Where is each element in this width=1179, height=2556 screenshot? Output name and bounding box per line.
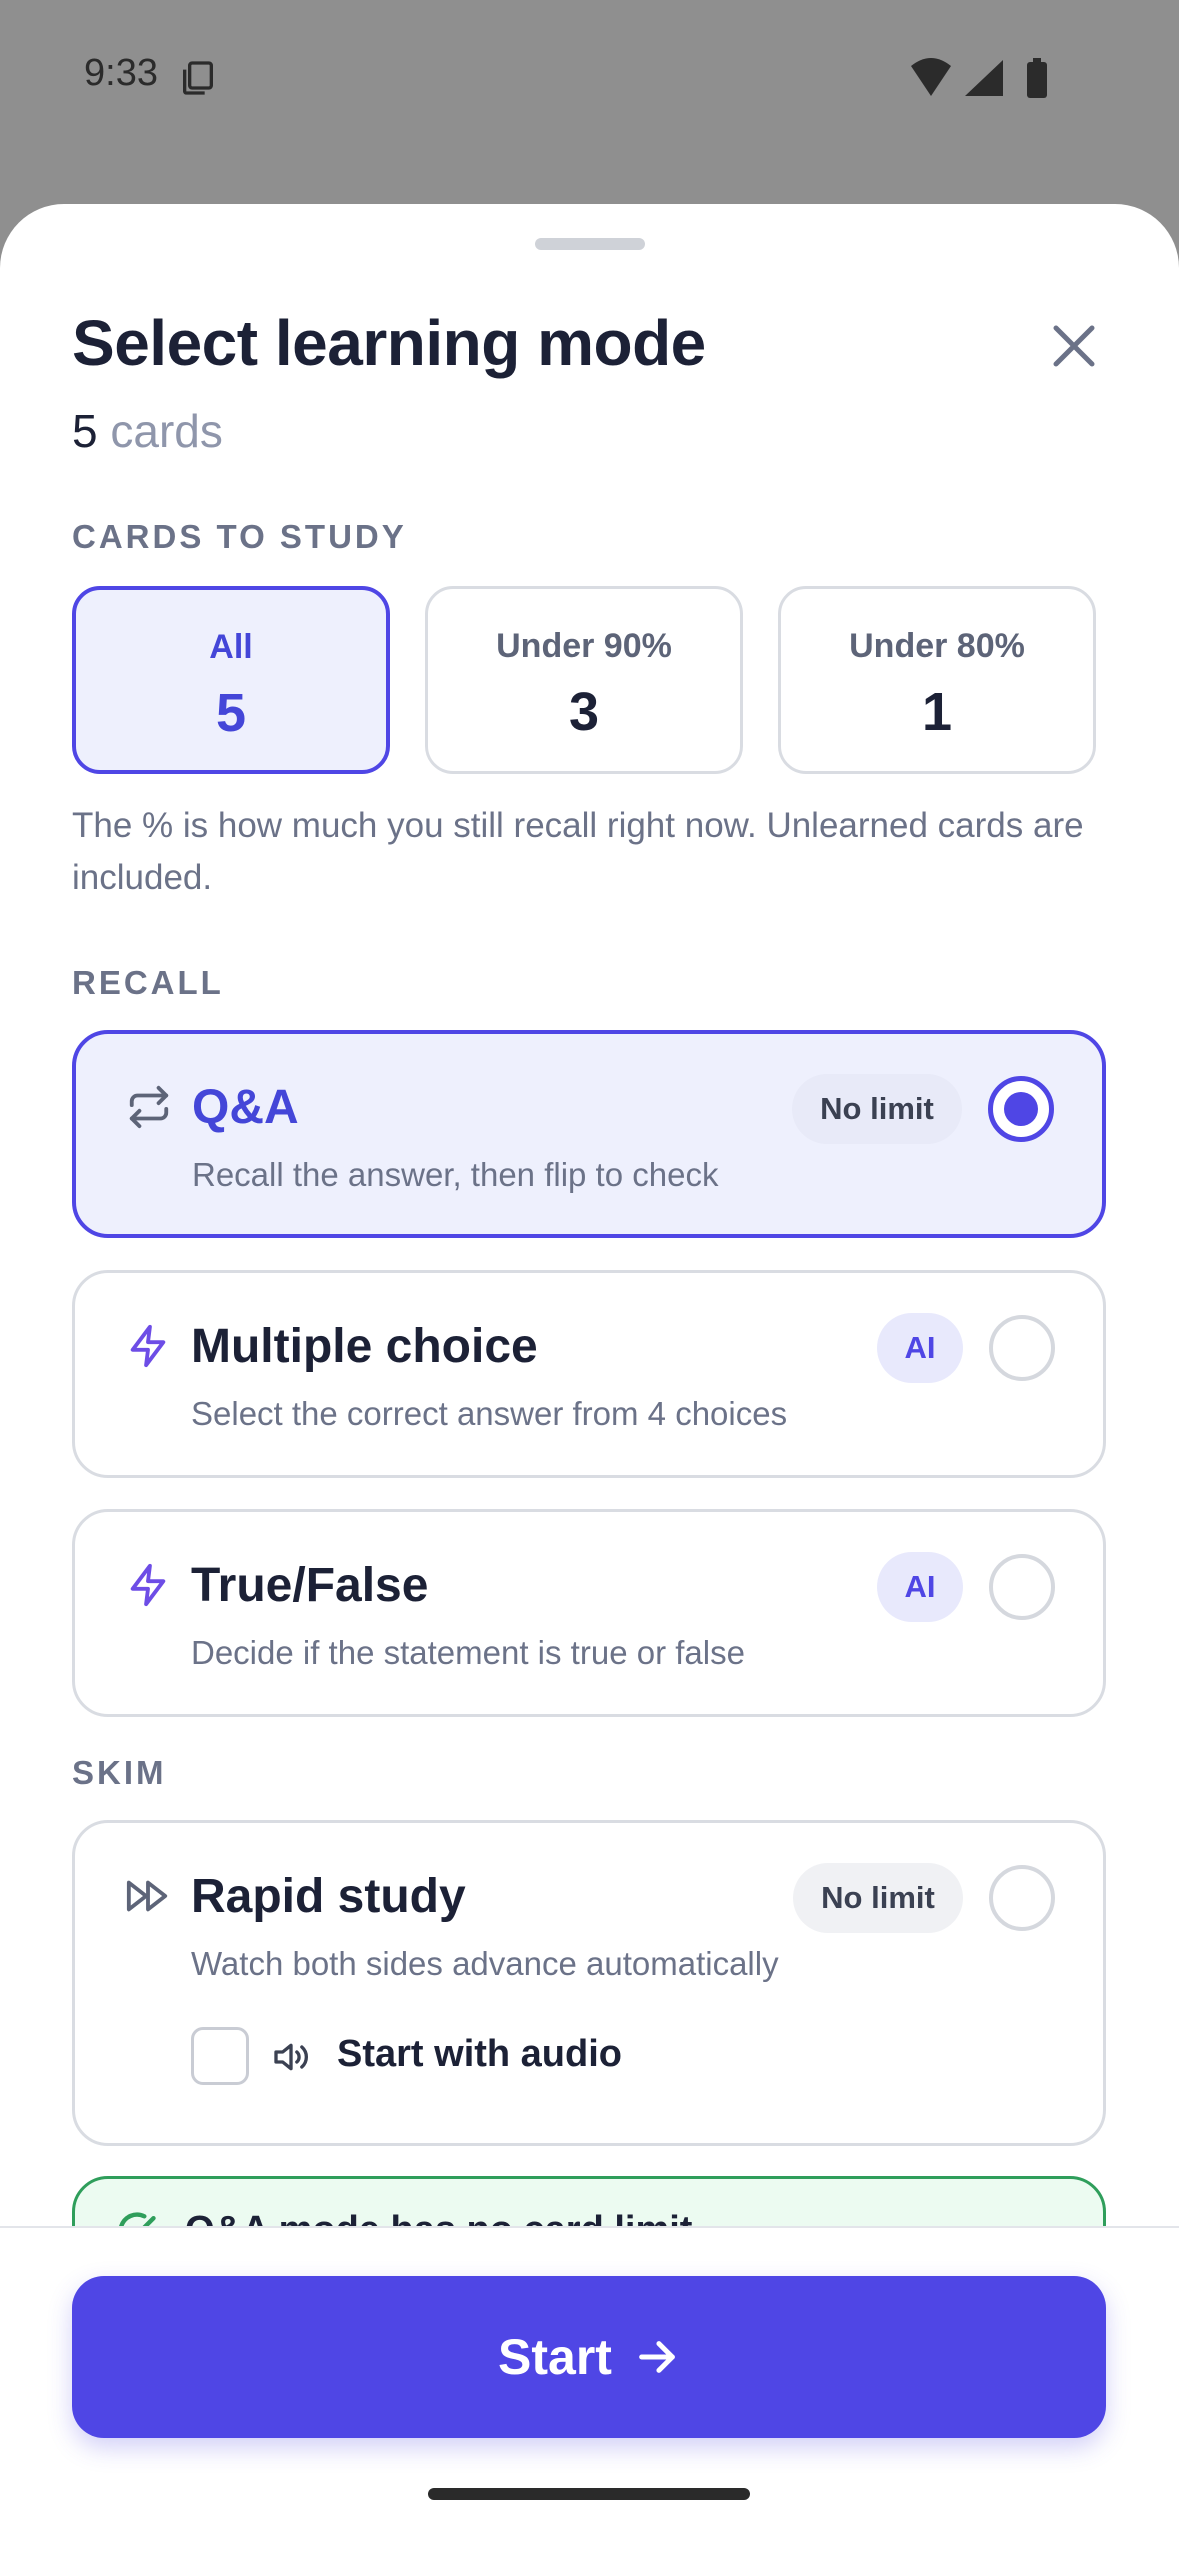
mode-radio[interactable] xyxy=(989,1315,1055,1381)
mode-option-qa[interactable]: Q&A Recall the answer, then flip to chec… xyxy=(72,1030,1106,1238)
signal-icon xyxy=(965,60,1003,96)
ai-badge: AI xyxy=(877,1552,963,1622)
battery-icon xyxy=(1027,58,1047,98)
learning-mode-sheet: Select learning mode 5 cards CARDS TO ST… xyxy=(0,204,1179,2556)
fast-forward-icon xyxy=(126,1880,168,1912)
recall-section-label: RECALL xyxy=(72,964,224,1001)
sheet-footer: Start xyxy=(0,2226,1179,2556)
clipboard-icon xyxy=(183,61,213,95)
status-icons xyxy=(911,58,1047,98)
mode-description: Recall the answer, then flip to check xyxy=(192,1156,719,1193)
filter-option-all[interactable]: All 5 xyxy=(72,586,390,774)
mode-option-rapid-study[interactable]: Rapid study Watch both sides advance aut… xyxy=(72,1820,1106,2146)
start-button[interactable]: Start xyxy=(72,2276,1106,2438)
mode-radio[interactable] xyxy=(988,1076,1054,1142)
close-icon[interactable] xyxy=(1042,314,1106,378)
filter-option-count: 1 xyxy=(921,682,953,742)
audio-option-label: Start with audio xyxy=(337,2033,622,2075)
home-indicator[interactable] xyxy=(428,2488,750,2500)
lightning-icon xyxy=(130,1563,166,1607)
mode-title: Rapid study xyxy=(191,1870,466,1923)
mode-title: Q&A xyxy=(192,1081,299,1134)
no-limit-badge: No limit xyxy=(792,1074,962,1144)
mode-radio[interactable] xyxy=(989,1554,1055,1620)
skim-section-label: SKIM xyxy=(72,1754,167,1791)
drag-handle[interactable] xyxy=(535,238,645,250)
card-count: 5 cards xyxy=(72,404,223,458)
mode-description: Select the correct answer from 4 choices xyxy=(191,1395,788,1432)
filter-option-label: Under 80% xyxy=(849,627,1025,665)
mode-description: Decide if the statement is true or false xyxy=(191,1634,745,1671)
arrow-right-icon xyxy=(639,2341,675,2373)
mode-option-true-false[interactable]: True/False Decide if the statement is tr… xyxy=(72,1509,1106,1717)
filter-option-count: 5 xyxy=(215,683,247,743)
ai-badge: AI xyxy=(877,1313,963,1383)
cards-to-study-label: CARDS TO STUDY xyxy=(72,518,407,555)
mode-description: Watch both sides advance automatically xyxy=(191,1945,779,1982)
mode-option-multiple-choice[interactable]: Multiple choice Select the correct answe… xyxy=(72,1270,1106,1478)
start-button-label: Start xyxy=(498,2329,612,2385)
status-bar: 9:33 xyxy=(0,0,1179,160)
filter-option-under-90[interactable]: Under 90% 3 xyxy=(425,586,743,774)
no-limit-badge: No limit xyxy=(793,1863,963,1933)
filter-option-under-80[interactable]: Under 80% 1 xyxy=(778,586,1096,774)
card-count-suffix: cards xyxy=(97,405,223,457)
filter-option-label: All xyxy=(209,628,253,666)
audio-checkbox[interactable] xyxy=(191,2027,249,2085)
status-time: 9:33 xyxy=(84,52,158,94)
mode-title: True/False xyxy=(191,1559,429,1612)
sheet-title: Select learning mode xyxy=(72,307,706,379)
filter-option-count: 3 xyxy=(568,682,600,742)
filter-option-label: Under 90% xyxy=(496,627,672,665)
mode-radio[interactable] xyxy=(989,1865,1055,1931)
wifi-icon xyxy=(911,58,951,96)
speaker-icon xyxy=(274,2043,309,2071)
card-count-number: 5 xyxy=(72,405,98,457)
lightning-icon xyxy=(130,1324,166,1368)
mode-title: Multiple choice xyxy=(191,1320,538,1373)
repeat-icon xyxy=(129,1085,169,1129)
recall-hint: The % is how much you still recall right… xyxy=(72,806,1084,897)
